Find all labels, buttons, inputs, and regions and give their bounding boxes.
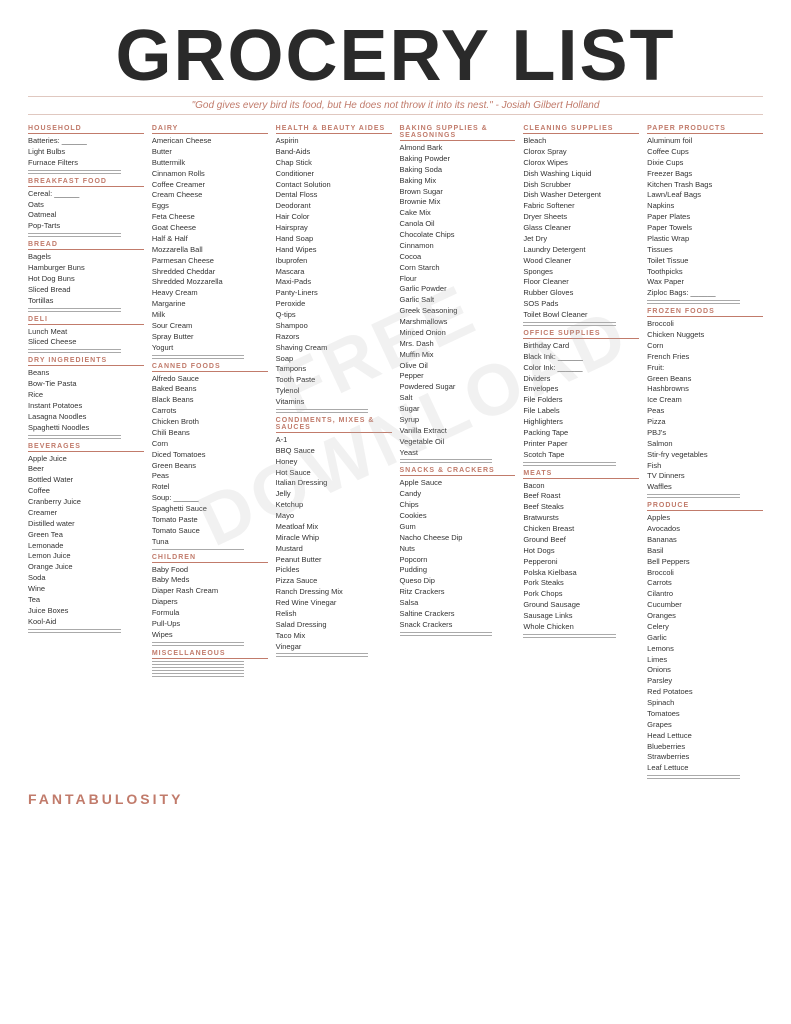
footer-brand: FANTABULOSITY [28, 791, 763, 807]
section-household: HOUSEHOLD Batteries: ______ Light Bulbs … [28, 125, 144, 176]
dry-title: DRY INGREDIENTS [28, 357, 144, 366]
column-4: BAKING SUPPLIES & SEASONINGS Almond Bark… [400, 125, 516, 781]
section-meats: MEATS Bacon Beef Roast Beef Steaks Bratw… [523, 470, 639, 640]
line [152, 358, 245, 359]
line [28, 632, 121, 633]
line [152, 664, 245, 665]
health-title: HEALTH & BEAUTY AIDES [276, 125, 392, 134]
line [647, 303, 740, 304]
line [28, 170, 121, 171]
section-cleaning: CLEANING SUPPLIES Bleach Clorox Spray Cl… [523, 125, 639, 328]
line [400, 459, 493, 460]
column-5: CLEANING SUPPLIES Bleach Clorox Spray Cl… [523, 125, 639, 781]
frozen-title: FROZEN FOODS [647, 308, 763, 317]
condiments-title: CONDIMENTS, MIXES & SAUCES [276, 417, 392, 433]
line [276, 409, 369, 410]
line [647, 494, 740, 495]
section-produce: PRODUCE Apples Avocados Bananas Basil Be… [647, 502, 763, 781]
section-children: CHILDREN Baby Food Baby Meds Diaper Rash… [152, 554, 268, 648]
snacks-title: SNACKS & CRACKERS [400, 467, 516, 476]
section-condiments: CONDIMENTS, MIXES & SAUCES A-1 BBQ Sauce… [276, 417, 392, 660]
section-canned: CANNED FOODS Alfredo Sauce Baked Beans B… [152, 363, 268, 552]
children-title: CHILDREN [152, 554, 268, 563]
dairy-title: DAIRY [152, 125, 268, 134]
line [523, 462, 616, 463]
line [152, 355, 245, 356]
section-health: HEALTH & BEAUTY AIDES Aspirin Band-Aids … [276, 125, 392, 415]
line [400, 462, 493, 463]
line [28, 233, 121, 234]
line [400, 632, 493, 633]
line [276, 412, 369, 413]
section-dairy: DAIRY American Cheese Butter Buttermilk … [152, 125, 268, 361]
line [152, 645, 245, 646]
line [523, 634, 616, 635]
line [152, 642, 245, 643]
produce-title: PRODUCE [647, 502, 763, 511]
line [28, 349, 121, 350]
section-bread: BREAD Bagels Hamburger Buns Hot Dog Buns… [28, 241, 144, 313]
section-baking: BAKING SUPPLIES & SEASONINGS Almond Bark… [400, 125, 516, 465]
line [28, 311, 121, 312]
subtitle: "God gives every bird its food, but He d… [28, 96, 763, 115]
cleaning-title: CLEANING SUPPLIES [523, 125, 639, 134]
line [152, 676, 245, 677]
line [28, 629, 121, 630]
section-dry: DRY INGREDIENTS Beans Bow-Tie Pasta Rice… [28, 357, 144, 440]
section-misc: MISCELLANEOUS [152, 650, 268, 679]
paper-title: PAPER PRODUCTS [647, 125, 763, 134]
deli-title: DELI [28, 316, 144, 325]
line [152, 667, 245, 668]
line [152, 673, 245, 674]
office-title: OFFICE SUPPLIES [523, 330, 639, 339]
breakfast-title: BREAKFAST FOOD [28, 178, 144, 187]
grocery-columns: HOUSEHOLD Batteries: ______ Light Bulbs … [28, 125, 763, 781]
line [28, 438, 121, 439]
line [28, 308, 121, 309]
line [647, 775, 740, 776]
section-beverages: BEVERAGES Apple Juice Beer Bottled Water… [28, 443, 144, 635]
bread-title: BREAD [28, 241, 144, 250]
meats-title: MEATS [523, 470, 639, 479]
household-title: HOUSEHOLD [28, 125, 144, 134]
page: FREEDOWNLOAD GROCERY LIST "God gives eve… [0, 0, 791, 1024]
line [28, 352, 121, 353]
line [523, 465, 616, 466]
section-frozen: FROZEN FOODS Broccoli Chicken Nuggets Co… [647, 308, 763, 500]
line [28, 173, 121, 174]
misc-title: MISCELLANEOUS [152, 650, 268, 659]
section-deli: DELI Lunch Meat Sliced Cheese [28, 316, 144, 356]
section-paper: PAPER PRODUCTS Aluminum foil Coffee Cups… [647, 125, 763, 306]
line [28, 236, 121, 237]
line [400, 635, 493, 636]
line [28, 435, 121, 436]
line [647, 778, 740, 779]
beverages-title: BEVERAGES [28, 443, 144, 452]
section-breakfast: BREAKFAST FOOD Cereal: ______ Oats Oatme… [28, 178, 144, 240]
line [647, 300, 740, 301]
line [152, 670, 245, 671]
column-2: DAIRY American Cheese Butter Buttermilk … [152, 125, 268, 781]
line [152, 661, 245, 662]
line [276, 653, 369, 654]
page-title: GROCERY LIST [28, 20, 763, 92]
line [523, 637, 616, 638]
line [647, 497, 740, 498]
column-3: HEALTH & BEAUTY AIDES Aspirin Band-Aids … [276, 125, 392, 781]
canned-title: CANNED FOODS [152, 363, 268, 372]
line [152, 549, 245, 550]
baking-title: BAKING SUPPLIES & SEASONINGS [400, 125, 516, 141]
section-snacks: SNACKS & CRACKERS Apple Sauce Candy Chip… [400, 467, 516, 637]
line [523, 322, 616, 323]
column-1: HOUSEHOLD Batteries: ______ Light Bulbs … [28, 125, 144, 781]
section-office: OFFICE SUPPLIES Birthday Card Black Ink:… [523, 330, 639, 468]
column-6: PAPER PRODUCTS Aluminum foil Coffee Cups… [647, 125, 763, 781]
line [276, 656, 369, 657]
line [523, 325, 616, 326]
